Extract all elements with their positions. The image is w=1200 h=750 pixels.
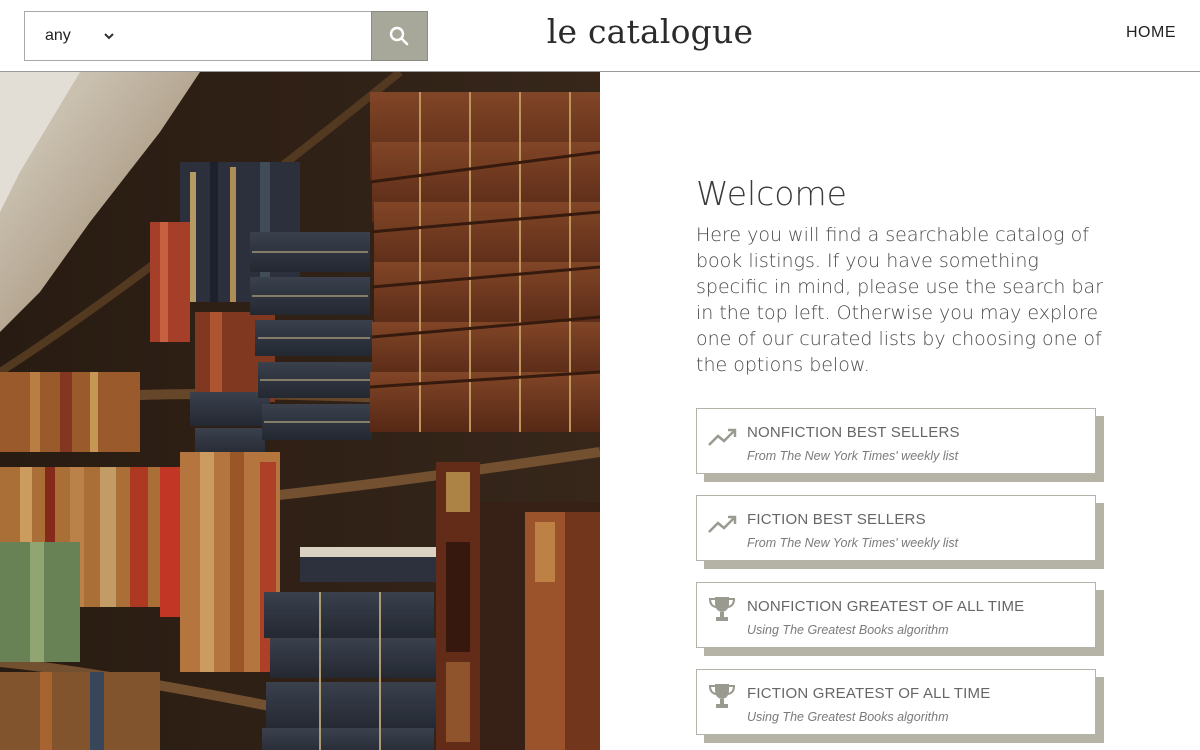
page-title: Welcome: [696, 174, 847, 213]
list-card-fiction-greatest[interactable]: FICTION GREATEST OF ALL TIME Using The G…: [696, 669, 1103, 742]
list-card-subtitle: Using The Greatest Books algorithm: [747, 710, 949, 724]
hero-bookshelf-image: [0, 72, 600, 750]
nav-home-link[interactable]: HOME: [1126, 24, 1176, 42]
chevron-down-icon: [104, 33, 114, 40]
list-card-title: NONFICTION GREATEST OF ALL TIME: [747, 598, 1025, 615]
trending-up-icon: [708, 515, 737, 533]
trophy-icon: [708, 684, 736, 708]
list-card-subtitle: Using The Greatest Books algorithm: [747, 623, 949, 637]
list-card-subtitle: From The New York Times' weekly list: [747, 536, 959, 550]
list-card-subtitle: From The New York Times' weekly list: [747, 449, 959, 463]
category-select[interactable]: any: [25, 12, 144, 60]
list-card-nonfiction-greatest[interactable]: NONFICTION GREATEST OF ALL TIME Using Th…: [696, 582, 1103, 655]
site-logo[interactable]: le catalogue: [500, 12, 800, 51]
category-select-value: any: [45, 27, 71, 44]
intro-paragraph: Here you will find a searchable catalog …: [696, 224, 1104, 376]
trending-up-icon: [708, 428, 737, 446]
list-card-title: NONFICTION BEST SELLERS: [747, 424, 960, 441]
search-button[interactable]: [370, 11, 428, 61]
search-input[interactable]: [143, 12, 371, 60]
trophy-icon: [708, 597, 736, 621]
list-card-nonfiction-best-sellers[interactable]: NONFICTION BEST SELLERS From The New Yor…: [696, 408, 1103, 481]
list-card-fiction-best-sellers[interactable]: FICTION BEST SELLERS From The New York T…: [696, 495, 1103, 568]
search-bar: any: [24, 11, 428, 61]
list-card-title: FICTION BEST SELLERS: [747, 511, 926, 528]
top-header: any le catalogue HOME: [0, 0, 1200, 72]
list-card-title: FICTION GREATEST OF ALL TIME: [747, 685, 991, 702]
search-icon: [390, 26, 409, 46]
